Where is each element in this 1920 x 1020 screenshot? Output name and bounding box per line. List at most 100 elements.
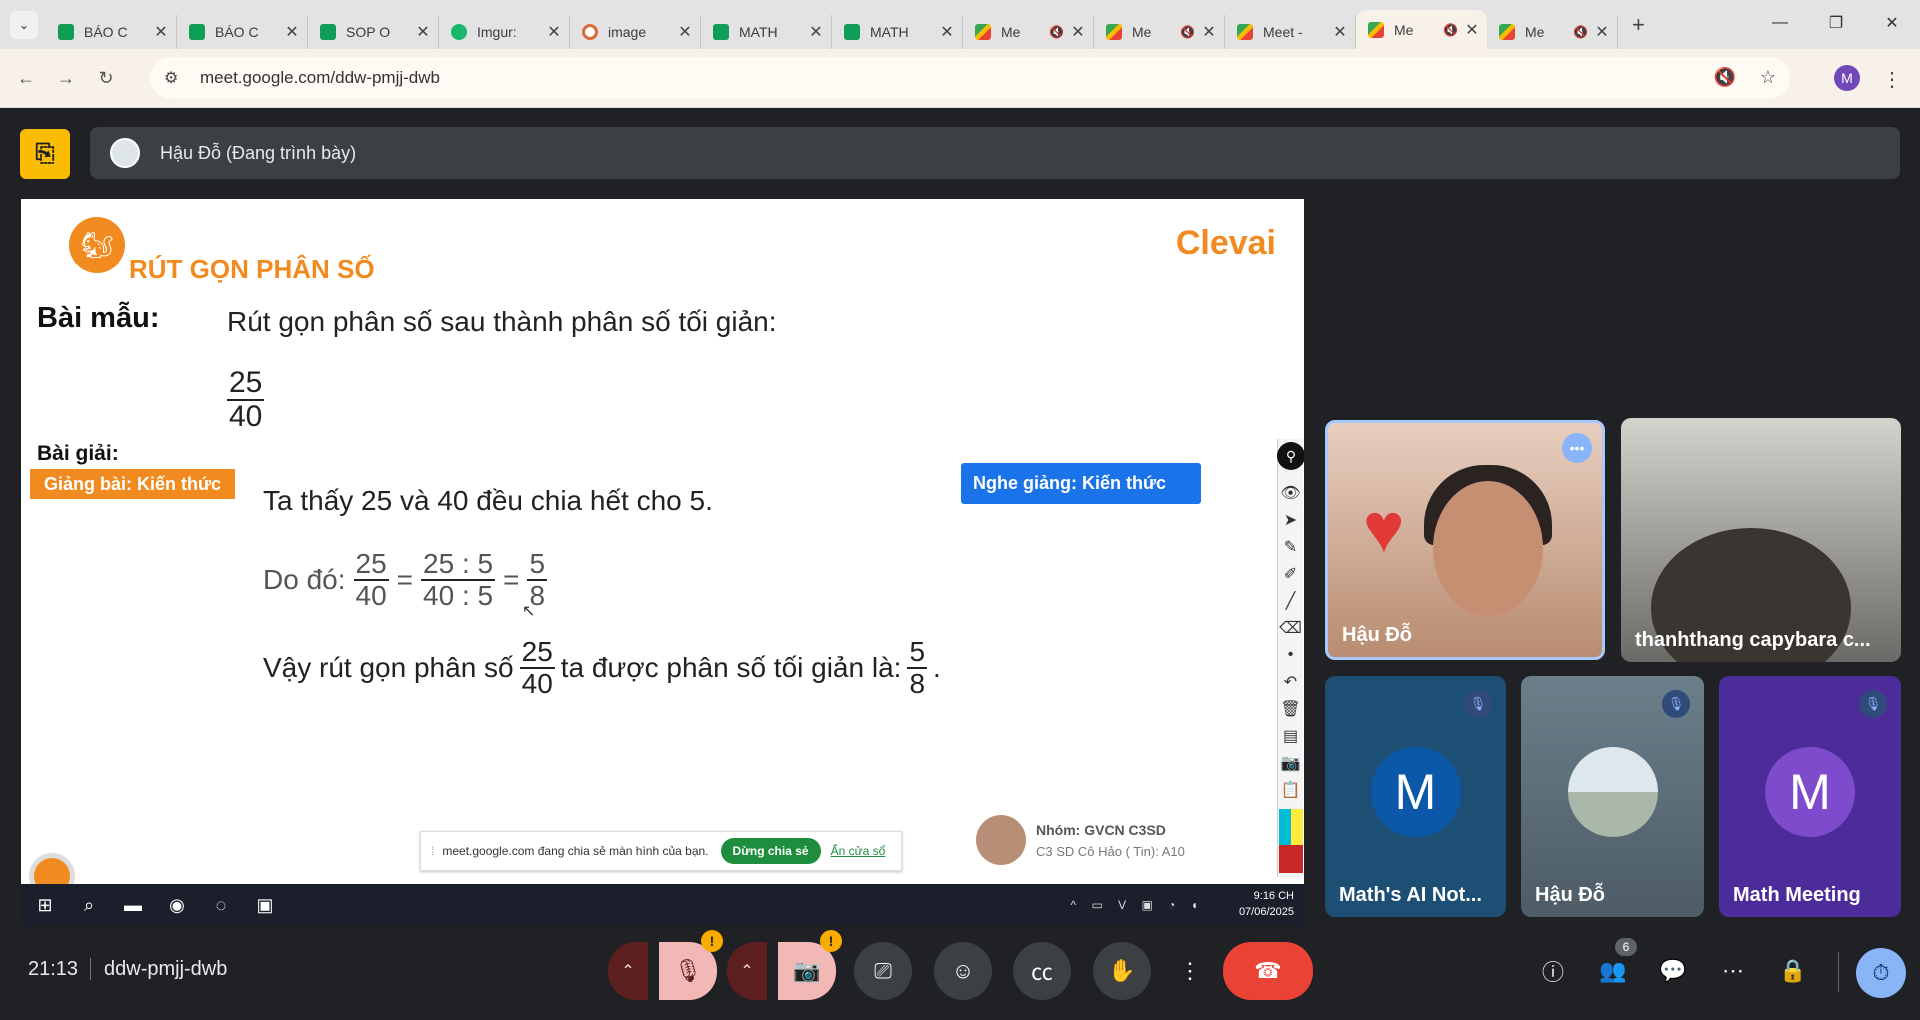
browser-tab[interactable]: BÁO C ✕ [177, 14, 308, 49]
participant-tile[interactable]: 🎙 M Math's AI Not... [1325, 676, 1506, 917]
app-icon[interactable]: ◌ [201, 890, 241, 920]
camera-icon[interactable]: 📷 [1281, 749, 1301, 776]
close-icon[interactable]: ✕ [154, 22, 168, 42]
line-icon[interactable]: ╱ [1286, 587, 1296, 614]
listen-badge: Nghe giảng: Kiến thức [961, 463, 1201, 504]
question-fraction: 25 40 [227, 367, 265, 433]
close-window-button[interactable]: ✕ [1864, 0, 1920, 46]
present-screen-button[interactable]: ⎚ [854, 942, 912, 1000]
camera-button[interactable]: 📷! [778, 930, 842, 1000]
drag-handle-icon[interactable]: ⁞ [431, 844, 434, 858]
close-icon[interactable]: ✕ [1333, 22, 1347, 42]
chat-icon[interactable]: 💬 [1658, 956, 1688, 986]
muted-audio-icon[interactable]: 🔇 [1049, 25, 1064, 39]
muted-audio-icon[interactable]: 🔇 [1180, 25, 1195, 39]
site-info-icon[interactable]: ⚙ [164, 68, 188, 88]
stop-sharing-button[interactable]: Dừng chia sẻ [720, 838, 821, 864]
window-controls: — ❐ ✕ [1752, 0, 1920, 49]
more-options-icon[interactable]: ••• [1562, 433, 1592, 463]
timer-icon[interactable]: ⏱ [1856, 948, 1906, 998]
address-bar[interactable]: ⚙ meet.google.com/ddw-pmjj-dwb 🔇 ☆ [150, 57, 1790, 99]
new-tab-button[interactable]: + [1632, 12, 1645, 38]
windows-start-icon[interactable]: ⊞ [25, 890, 65, 920]
powerpoint-icon[interactable]: ▣ [245, 890, 285, 920]
participant-tile[interactable]: 🎙 Hậu Đỗ [1521, 676, 1704, 917]
close-icon[interactable]: ✕ [1465, 20, 1479, 40]
close-icon[interactable]: ✕ [547, 22, 561, 42]
dot-icon[interactable]: • [1288, 641, 1294, 668]
minimize-button[interactable]: — [1752, 0, 1808, 46]
chrome-icon[interactable]: ◉ [157, 890, 197, 920]
close-icon[interactable]: ✕ [1595, 22, 1609, 42]
browser-tab[interactable]: SOP O ✕ [308, 14, 439, 49]
reload-button[interactable]: ↻ [88, 60, 124, 96]
muted-audio-icon[interactable]: 🔇 [1443, 23, 1458, 37]
browser-tab[interactable]: Me 🔇 ✕ [1094, 14, 1225, 49]
pointer-icon[interactable]: ➤ [1284, 506, 1297, 533]
host-controls-icon[interactable]: 🔒 [1778, 956, 1808, 986]
file-explorer-icon[interactable]: ▬ [113, 890, 153, 920]
activities-icon[interactable]: ⋯ [1718, 956, 1748, 986]
info-icon[interactable]: ⓘ [1538, 956, 1568, 986]
close-icon[interactable]: ✕ [1071, 22, 1085, 42]
close-icon[interactable]: ✕ [940, 22, 954, 42]
tab-search-button[interactable]: ⌄ [10, 10, 38, 39]
browser-tab[interactable]: Imgur: ✕ [439, 14, 570, 49]
video-options-button[interactable]: ⌃ [727, 942, 767, 1000]
people-icon[interactable]: 👥 [1598, 956, 1628, 986]
browser-tab[interactable]: Meet - ✕ [1225, 14, 1356, 49]
hide-window-link[interactable]: Ẩn cửa sổ [831, 844, 886, 858]
search-icon[interactable]: ⌕ [69, 890, 109, 920]
browser-menu-icon[interactable]: ⋮ [1882, 67, 1902, 92]
participant-name: thanhthang capybara c... [1635, 629, 1871, 651]
browser-tab[interactable]: image ✕ [570, 14, 701, 49]
browser-tab[interactable]: MATH ✕ [832, 14, 963, 49]
system-tray-icons[interactable]: ^ ▭ V ▣ ◔ ◖ [1071, 898, 1204, 912]
whiteboard-icon[interactable]: ▤ [1283, 722, 1298, 749]
restore-button[interactable]: ❐ [1808, 0, 1864, 46]
browser-tab[interactable]: MATH ✕ [701, 14, 832, 49]
tab-title: Meet - [1263, 23, 1303, 40]
browser-tab[interactable]: Me 🔇 ✕ [963, 14, 1094, 49]
browser-tab[interactable]: Me 🔇 ✕ [1487, 14, 1618, 49]
muted-audio-icon[interactable]: 🔇 [1573, 25, 1588, 39]
raise-hand-button[interactable]: ✋ [1093, 942, 1151, 1000]
participant-tile[interactable]: ♥ ••• Hậu Đỗ [1325, 420, 1605, 660]
end-call-button[interactable]: ☎ [1223, 942, 1313, 1000]
audio-options-button[interactable]: ⌃ [608, 942, 648, 1000]
more-options-button[interactable]: ⋮ [1161, 942, 1219, 1000]
equals-sign: = [503, 564, 520, 595]
color-swatch-icon[interactable] [1278, 845, 1303, 873]
profile-avatar[interactable]: M [1834, 65, 1860, 91]
trash-icon[interactable]: 🗑 [1280, 695, 1300, 722]
taskbar-clock[interactable]: 9:16 CH 07/06/2025 [1239, 888, 1294, 920]
eraser-icon[interactable]: ⌫ [1279, 614, 1302, 641]
close-icon[interactable]: ✕ [416, 22, 430, 42]
settings-gear-icon[interactable] [29, 853, 75, 884]
back-button[interactable]: ← [8, 60, 44, 96]
color-palette-icon[interactable] [1278, 809, 1303, 845]
browser-tab[interactable]: BÁO C ✕ [46, 14, 177, 49]
reactions-button[interactable]: ☺ [934, 942, 992, 1000]
microphone-button[interactable]: 🎙! [659, 930, 723, 1000]
participant-tile[interactable]: 🎙 M Math Meeting [1719, 676, 1901, 917]
browser-tab-active[interactable]: Me 🔇 ✕ [1356, 9, 1487, 50]
bookmark-star-icon[interactable]: ☆ [1760, 67, 1776, 88]
eye-icon[interactable]: 👁 [1280, 479, 1300, 506]
undo-icon[interactable]: ↶ [1284, 668, 1297, 695]
marker-icon[interactable]: ✐ [1284, 560, 1297, 587]
pin-icon[interactable]: ⚲ [1277, 442, 1304, 470]
clipboard-icon[interactable]: 📋 [1281, 776, 1301, 803]
leave-room-icon[interactable]: ⎘ [20, 129, 70, 179]
pen-icon[interactable]: ✎ [1284, 533, 1297, 560]
squirrel-mascot-icon: 🐿 [69, 217, 125, 273]
captions-button[interactable]: ㏄ [1013, 942, 1071, 1000]
numerator: 5 [907, 636, 928, 669]
forward-button[interactable]: → [48, 60, 84, 96]
close-icon[interactable]: ✕ [285, 22, 299, 42]
participant-tile[interactable]: thanhthang capybara c... [1621, 418, 1901, 662]
close-icon[interactable]: ✕ [678, 22, 692, 42]
close-icon[interactable]: ✕ [1202, 22, 1216, 42]
close-icon[interactable]: ✕ [809, 22, 823, 42]
media-muted-icon[interactable]: 🔇 [1713, 67, 1735, 88]
